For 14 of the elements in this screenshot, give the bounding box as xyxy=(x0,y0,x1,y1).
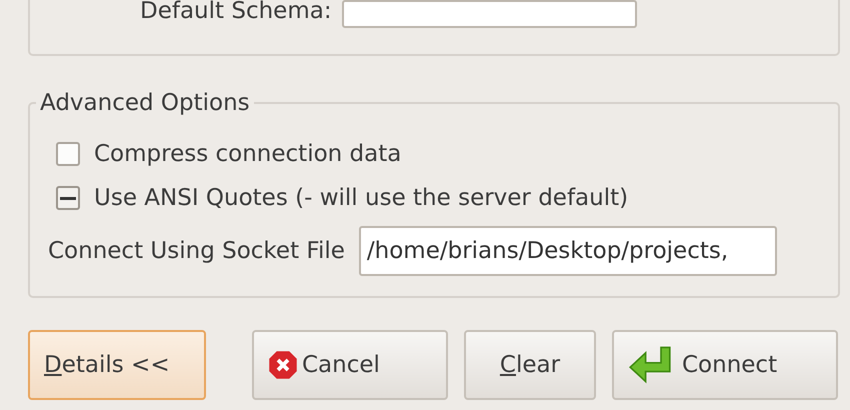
cancel-icon xyxy=(268,350,298,380)
checkbox[interactable] xyxy=(56,142,80,166)
schema-field[interactable] xyxy=(342,0,637,28)
checkbox-label: Use ANSI Quotes (- will use the server default) xyxy=(94,185,628,211)
field-label: Default Schema: xyxy=(140,0,332,22)
dialog-button[interactable]: Clear xyxy=(464,330,596,400)
field-label: Connect Using Socket File xyxy=(48,238,345,264)
dialog-button[interactable]: Details << xyxy=(28,330,206,400)
dialog-button[interactable]: Cancel xyxy=(252,330,448,400)
dialog-button[interactable]: Connect xyxy=(612,330,838,400)
return-arrow-icon xyxy=(628,345,672,385)
socket-file-field[interactable]: /home/brians/Desktop/projects, xyxy=(358,226,777,276)
checkbox-label: Compress connection data xyxy=(94,141,402,167)
checkbox[interactable] xyxy=(56,186,80,210)
